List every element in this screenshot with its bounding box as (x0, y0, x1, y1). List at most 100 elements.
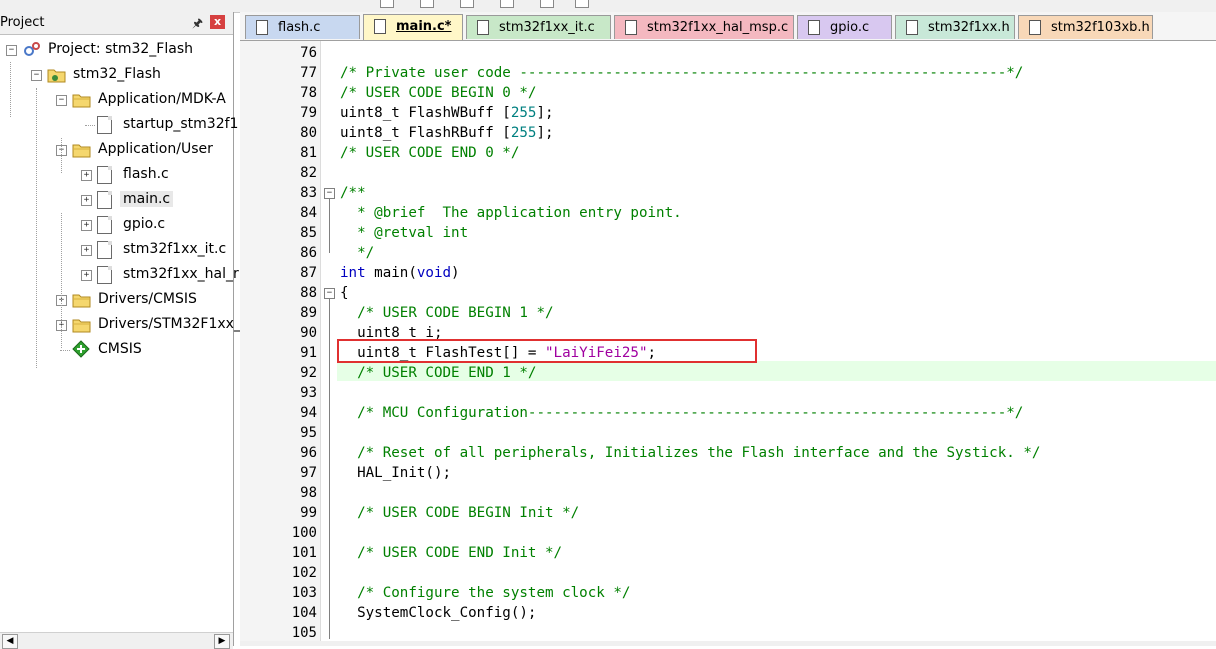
code-line[interactable]: /* USER CODE BEGIN 0 */ (340, 83, 536, 103)
collapse-icon[interactable]: − (31, 70, 42, 81)
tab[interactable]: main.c* (363, 14, 463, 40)
annotation-box (337, 339, 757, 363)
code-line[interactable]: uint8_t FlashWBuff [255]; (340, 103, 554, 123)
code-line[interactable]: /* Reset of all peripherals, Initializes… (340, 443, 1040, 463)
tree-item[interactable]: − Application/MDK-A (0, 88, 233, 112)
code-token: /* USER CODE BEGIN 1 */ (340, 305, 554, 321)
line-number: 104 (291, 605, 317, 621)
folder-icon (72, 144, 91, 158)
fold-icon[interactable]: − (324, 288, 335, 299)
code-line[interactable]: { (340, 283, 349, 303)
file-icon (97, 191, 112, 209)
code-token: * @retval int (340, 225, 469, 241)
code-token: int (340, 265, 366, 281)
code-token: uint8_t FlashWBuff [ (340, 105, 511, 121)
line-number-gutter: 76 77 78 79 80 81 82 83 84 85 86 87 88 89 90 91 92 93 94 95… (240, 41, 321, 646)
tree-item-label: Application/User (98, 141, 213, 157)
code-line[interactable]: /** (340, 183, 366, 203)
tree-item[interactable]: + stm32f1xx_it.c (0, 238, 233, 262)
tab[interactable]: flash.c (245, 15, 360, 39)
tree-item-label: CMSIS (98, 341, 142, 357)
fold-icon[interactable]: − (324, 188, 335, 199)
tree-item[interactable]: startup_stm32f1 (0, 113, 238, 137)
expand-icon[interactable]: + (81, 195, 92, 206)
toolbar-button[interactable] (460, 0, 474, 8)
code-line[interactable]: * @retval int (340, 223, 468, 243)
line-number: 84 (300, 205, 317, 221)
line-number: 98 (300, 485, 317, 501)
tab[interactable]: stm32f1xx_hal_msp.c (614, 15, 794, 39)
toolbar-button[interactable] (540, 0, 554, 8)
tree-item[interactable]: CMSIS (0, 338, 233, 362)
code-line[interactable]: */ (340, 243, 374, 263)
code-token: /* USER CODE END 0 */ (340, 145, 520, 161)
toolbar-button[interactable] (420, 0, 434, 8)
tree-item[interactable]: + Drivers/STM32F1xx_ (0, 313, 241, 337)
toolbar-button[interactable] (380, 0, 394, 8)
tab-label: stm32f103xb.h (1051, 20, 1150, 35)
code-token: ]; (536, 125, 554, 141)
tree-item-label: startup_stm32f1 (123, 116, 239, 132)
code-line[interactable]: /* USER CODE END Init */ (340, 543, 562, 563)
line-number: 92 (300, 365, 317, 381)
tree-item[interactable]: + stm32f1xx_hal_r (0, 263, 239, 287)
code-token: { (340, 285, 349, 301)
code-editor[interactable]: 76 77 78 79 80 81 82 83 84 85 86 87 88 89 90 91 92 93 94 95… (240, 41, 1216, 646)
horizontal-scrollbar[interactable]: ◀ ▶ (0, 632, 233, 649)
tab[interactable]: stm32f1xx.h (895, 15, 1015, 39)
expand-icon[interactable]: + (81, 220, 92, 231)
code-token: ]; (536, 105, 554, 121)
code-line[interactable]: SystemClock_Config(); (340, 603, 536, 623)
scroll-right-icon[interactable]: ▶ (214, 634, 230, 649)
code-line[interactable]: /* USER CODE END 1 */ (340, 363, 536, 383)
code-line[interactable]: /* MCU Configuration--------------------… (340, 403, 1023, 423)
expand-icon[interactable]: + (81, 270, 92, 281)
tree-item-label: gpio.c (123, 216, 166, 232)
file-icon (1029, 20, 1041, 35)
code-line[interactable]: HAL_Init(); (340, 463, 451, 483)
code-token: /** (340, 185, 366, 201)
toolbar-button[interactable] (575, 0, 589, 8)
tree-item[interactable]: − Project: stm32_Flash (0, 38, 233, 62)
pin-icon[interactable]: 🖈 (192, 14, 203, 35)
expand-icon[interactable]: + (81, 245, 92, 256)
collapse-icon[interactable]: − (6, 45, 17, 56)
collapse-icon[interactable]: − (56, 95, 67, 106)
code-line[interactable]: /* Private user code -------------------… (340, 63, 1023, 83)
line-number: 77 (300, 65, 317, 81)
code-token: HAL_Init(); (340, 465, 452, 481)
code-line[interactable]: /* Configure the system clock */ (340, 583, 630, 603)
tree-item[interactable]: + Drivers/CMSIS (0, 288, 233, 312)
expand-icon[interactable]: + (81, 170, 92, 181)
code-line[interactable]: /* USER CODE END 0 */ (340, 143, 519, 163)
code-line[interactable]: /* USER CODE BEGIN Init */ (340, 503, 579, 523)
tab[interactable]: stm32f103xb.h (1018, 15, 1153, 39)
tab-label: stm32f1xx.h (928, 20, 1010, 35)
tree-item[interactable]: + flash.c (0, 163, 233, 187)
code-token: void (416, 265, 452, 281)
scroll-left-icon[interactable]: ◀ (2, 634, 18, 649)
tree-item[interactable]: + gpio.c (0, 213, 233, 237)
tree-item[interactable]: − Application/User (0, 138, 233, 162)
tab[interactable]: stm32f1xx_it.c (466, 15, 611, 39)
code-line[interactable]: uint8_t FlashRBuff [255]; (340, 123, 554, 143)
code-line[interactable]: * @brief The application entry point. (340, 203, 682, 223)
tree-item-label: main.c (120, 191, 174, 207)
line-number: 83 (300, 185, 317, 201)
code-line[interactable]: /* USER CODE BEGIN 1 */ (340, 303, 554, 323)
tree-item[interactable]: − stm32_Flash (0, 63, 233, 87)
toolbar-button[interactable] (500, 0, 514, 8)
component-icon (72, 340, 90, 358)
file-icon (906, 20, 918, 35)
tree-item-label: stm32_Flash (73, 66, 161, 82)
line-number: 89 (300, 305, 317, 321)
tree-guide-line (36, 88, 37, 368)
close-icon[interactable]: x (210, 15, 225, 29)
file-icon (625, 20, 637, 35)
tab[interactable]: gpio.c (797, 15, 892, 39)
line-number: 95 (300, 425, 317, 441)
tree-guide-line (61, 138, 62, 173)
line-number: 105 (291, 625, 317, 641)
tree-item[interactable]: + main.c (0, 188, 233, 212)
code-line[interactable]: int main(void) (340, 263, 460, 283)
